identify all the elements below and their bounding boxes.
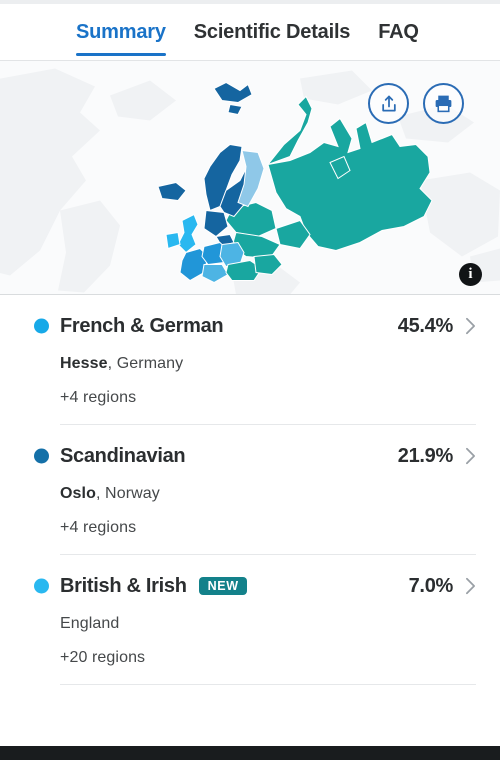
ancestry-row-header: Scandinavian 21.9% xyxy=(34,441,476,471)
tab-faq[interactable]: FAQ xyxy=(378,4,419,60)
ancestry-row-scandinavian[interactable]: Scandinavian 21.9% Oslo, Norway +4 regio… xyxy=(0,425,500,555)
ancestry-map[interactable]: i xyxy=(0,61,500,295)
chevron-right-icon[interactable] xyxy=(465,577,476,595)
tab-summary-label: Summary xyxy=(76,20,166,43)
tab-scientific-details-label: Scientific Details xyxy=(193,20,351,43)
ancestry-composition-screen: Summary Scientific Details FAQ i French … xyxy=(0,0,500,760)
ancestry-color-dot xyxy=(34,448,49,464)
info-icon-label: i xyxy=(468,266,473,282)
ancestry-color-dot xyxy=(34,578,49,594)
ancestry-top-region-name: Oslo xyxy=(60,485,96,502)
row-divider xyxy=(60,684,476,685)
info-icon[interactable]: i xyxy=(459,263,482,286)
share-button[interactable] xyxy=(368,83,409,124)
ancestry-row-french-and-german[interactable]: French & German 45.4% Hesse, Germany +4 … xyxy=(0,295,500,425)
ancestry-color-dot xyxy=(34,318,49,334)
ancestry-top-region-country: , Norway xyxy=(95,485,160,502)
ancestry-row-british-and-irish[interactable]: British & Irish NEW 7.0% England +20 reg… xyxy=(0,555,500,685)
chevron-right-icon[interactable] xyxy=(465,447,476,465)
ancestry-more-regions[interactable]: +4 regions xyxy=(60,519,476,537)
ancestry-top-region: Hesse, Germany xyxy=(60,355,476,373)
chevron-right-icon[interactable] xyxy=(465,317,476,335)
ancestry-top-region-name: Hesse xyxy=(60,355,108,372)
map-action-buttons xyxy=(368,83,464,124)
print-button[interactable] xyxy=(423,83,464,124)
ancestry-percentage: 7.0% xyxy=(408,574,454,597)
ancestry-name: British & Irish xyxy=(60,574,187,597)
ancestry-percentage: 45.4% xyxy=(397,314,454,337)
tab-summary[interactable]: Summary xyxy=(76,4,166,60)
ancestry-top-region: Oslo, Norway xyxy=(60,485,476,503)
ancestry-more-regions[interactable]: +20 regions xyxy=(60,649,476,667)
ancestry-more-regions[interactable]: +4 regions xyxy=(60,389,476,407)
printer-icon xyxy=(435,95,452,113)
tab-scientific-details[interactable]: Scientific Details xyxy=(193,4,351,60)
new-badge: NEW xyxy=(198,576,247,596)
ancestry-top-region: England xyxy=(60,615,476,633)
ancestry-name: Scandinavian xyxy=(60,444,186,467)
ancestry-name: French & German xyxy=(60,314,224,337)
ancestry-list: French & German 45.4% Hesse, Germany +4 … xyxy=(0,295,500,760)
ancestry-row-header: French & German 45.4% xyxy=(34,311,476,341)
share-upload-icon xyxy=(381,95,396,112)
ancestry-top-region-country: , Germany xyxy=(107,355,184,372)
tab-bar: Summary Scientific Details FAQ xyxy=(0,4,500,61)
ancestry-top-region-country: England xyxy=(60,615,120,632)
ancestry-percentage: 21.9% xyxy=(397,444,454,467)
tab-faq-label: FAQ xyxy=(378,20,419,43)
ancestry-row-header: British & Irish NEW 7.0% xyxy=(34,571,476,601)
bottom-system-bar xyxy=(0,746,500,760)
